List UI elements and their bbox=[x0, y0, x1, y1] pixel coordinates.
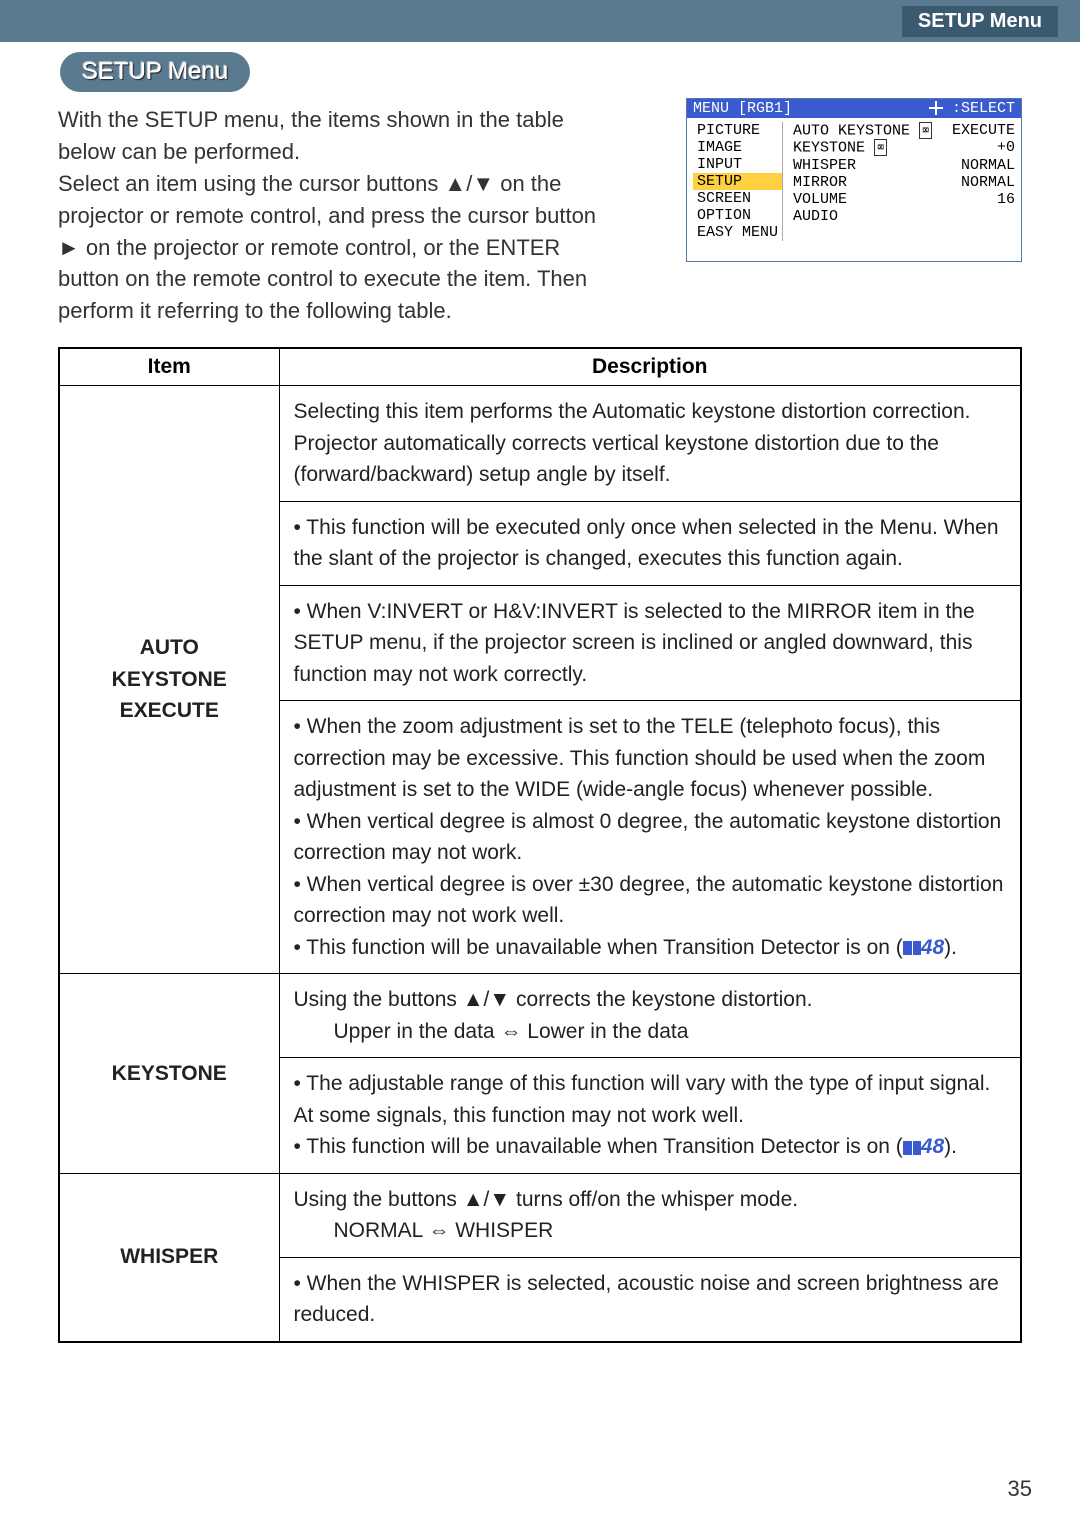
keystone-icon: ⌧ bbox=[919, 122, 932, 139]
osd-menu-title: MENU [RGB1] bbox=[693, 100, 792, 117]
osd-right-row: AUDIO bbox=[793, 208, 1015, 225]
osd-left-item: IMAGE bbox=[693, 139, 782, 156]
desc-auto-keystone-execute: Selecting this item performs the Automat… bbox=[279, 386, 1021, 974]
book-icon bbox=[903, 1141, 921, 1155]
intro-block: With the SETUP menu, the items shown in … bbox=[0, 92, 1080, 327]
divider bbox=[280, 501, 1021, 502]
desc-whisper: Using the buttons ▲/▼ turns off/on the w… bbox=[279, 1173, 1021, 1342]
osd-menu-header: MENU [RGB1] :SELECT bbox=[687, 99, 1021, 118]
osd-right-row: MIRRORNORMAL bbox=[793, 174, 1015, 191]
divider bbox=[280, 585, 1021, 586]
osd-right-row: KEYSTONE ⌧+0 bbox=[793, 139, 1015, 156]
book-icon bbox=[903, 941, 921, 955]
osd-left-item: EASY MENU bbox=[693, 224, 782, 241]
page-ref: 48 bbox=[921, 1135, 944, 1158]
osd-left-item: PICTURE bbox=[693, 122, 782, 139]
item-keystone: KEYSTONE bbox=[59, 974, 279, 1174]
table-row: WHISPER Using the buttons ▲/▼ turns off/… bbox=[59, 1173, 1021, 1342]
osd-right-row: VOLUME16 bbox=[793, 191, 1015, 208]
select-icon bbox=[929, 101, 943, 115]
osd-right-row: AUTO KEYSTONE ⌧EXECUTE bbox=[793, 122, 1015, 139]
intro-p2: Select an item using the cursor buttons … bbox=[58, 171, 596, 324]
osd-menu-select: :SELECT bbox=[929, 100, 1015, 117]
osd-left-column: PICTURE IMAGE INPUT SETUP SCREEN OPTION … bbox=[693, 122, 783, 241]
osd-left-item-highlighted: SETUP bbox=[693, 173, 782, 190]
osd-menu-body: PICTURE IMAGE INPUT SETUP SCREEN OPTION … bbox=[687, 118, 1021, 261]
setup-table-wrap: Item Description AUTOKEYSTONEEXECUTE Sel… bbox=[0, 327, 1080, 1343]
table-row: AUTOKEYSTONEEXECUTE Selecting this item … bbox=[59, 386, 1021, 974]
divider bbox=[280, 700, 1021, 701]
header-section: SETUP Menu bbox=[902, 6, 1058, 37]
osd-right-row: WHISPERNORMAL bbox=[793, 157, 1015, 174]
header-bar: SETUP Menu bbox=[0, 0, 1080, 42]
intro-p1: With the SETUP menu, the items shown in … bbox=[58, 107, 564, 164]
osd-left-item: OPTION bbox=[693, 207, 782, 224]
intro-text: With the SETUP menu, the items shown in … bbox=[0, 92, 660, 327]
col-item: Item bbox=[59, 348, 279, 386]
desc-keystone: Using the buttons ▲/▼ corrects the keyst… bbox=[279, 974, 1021, 1174]
divider bbox=[280, 1257, 1021, 1258]
page-title-tab: SETUP Menu bbox=[60, 52, 250, 92]
page-ref: 48 bbox=[921, 936, 944, 959]
col-desc: Description bbox=[279, 348, 1021, 386]
keystone-icon: ⌧ bbox=[874, 139, 887, 156]
osd-menu-illustration: MENU [RGB1] :SELECT PICTURE IMAGE INPUT … bbox=[686, 98, 1022, 262]
osd-right-column: AUTO KEYSTONE ⌧EXECUTE KEYSTONE ⌧+0 WHIS… bbox=[783, 122, 1015, 241]
divider bbox=[280, 1057, 1021, 1058]
item-whisper: WHISPER bbox=[59, 1173, 279, 1342]
osd-left-item: INPUT bbox=[693, 156, 782, 173]
table-row: KEYSTONE Using the buttons ▲/▼ corrects … bbox=[59, 974, 1021, 1174]
osd-left-item: SCREEN bbox=[693, 190, 782, 207]
table-header-row: Item Description bbox=[59, 348, 1021, 386]
page-number: 35 bbox=[1008, 1476, 1032, 1502]
item-auto-keystone-execute: AUTOKEYSTONEEXECUTE bbox=[59, 386, 279, 974]
setup-table: Item Description AUTOKEYSTONEEXECUTE Sel… bbox=[58, 347, 1022, 1343]
